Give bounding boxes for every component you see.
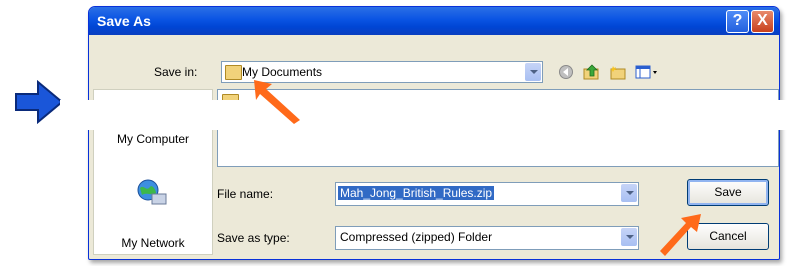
save-as-type-value: Compressed (zipped) Folder [340, 230, 493, 244]
close-button[interactable]: X [751, 10, 774, 33]
dialog-title: Save As [97, 13, 151, 29]
place-my-computer[interactable]: My Computer [94, 132, 212, 146]
help-button[interactable]: ? [726, 10, 749, 33]
new-folder-icon[interactable] [609, 64, 627, 80]
views-menu-icon[interactable] [635, 64, 659, 80]
place-my-network[interactable]: My Network [94, 236, 212, 250]
chevron-down-icon[interactable] [621, 184, 637, 202]
title-bar: Save As ? X [89, 7, 779, 35]
chevron-down-icon[interactable] [525, 63, 541, 81]
save-in-label: Save in: [154, 65, 198, 79]
blue-arrow-icon [15, 80, 64, 124]
save-as-type-dropdown[interactable]: Compressed (zipped) Folder [335, 226, 639, 250]
back-icon[interactable] [557, 64, 575, 80]
file-name-dropdown[interactable] [620, 183, 638, 203]
pointer-arrow-icon [254, 80, 300, 124]
pointer-arrow-icon [660, 214, 701, 256]
up-folder-icon[interactable] [583, 64, 601, 80]
save-as-type-label: Save as type: [217, 231, 290, 245]
network-icon[interactable] [134, 178, 168, 208]
blank-band [60, 100, 790, 130]
file-name-input[interactable]: Mah_Jong_British_Rules.zip [335, 182, 639, 206]
file-name-label: File name: [217, 187, 274, 201]
folder-icon [225, 65, 242, 80]
file-name-value: Mah_Jong_British_Rules.zip [338, 186, 495, 200]
chevron-down-icon[interactable] [621, 228, 637, 246]
save-as-type-chevron[interactable] [620, 227, 638, 247]
save-button[interactable]: Save [687, 179, 769, 206]
